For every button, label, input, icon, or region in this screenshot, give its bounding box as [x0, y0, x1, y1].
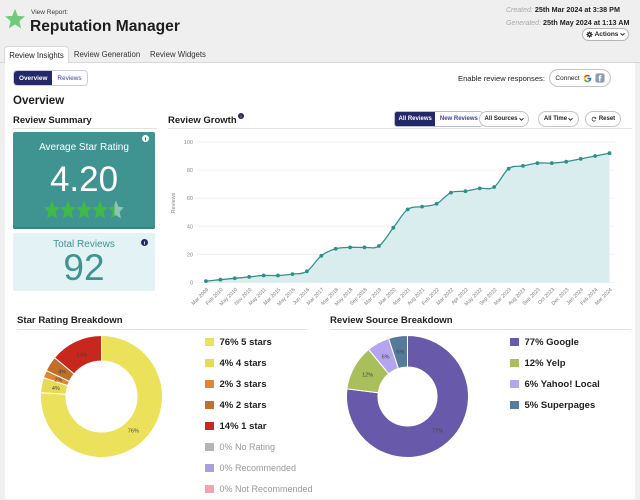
svg-text:76%: 76% — [128, 428, 139, 434]
svg-text:100: 100 — [184, 140, 193, 146]
svg-text:77%: 77% — [432, 428, 443, 434]
svg-text:40: 40 — [187, 224, 193, 230]
svg-text:4%: 4% — [58, 370, 66, 376]
svg-text:6%: 6% — [382, 354, 390, 360]
svg-text:0: 0 — [190, 281, 193, 287]
svg-text:4%: 4% — [52, 386, 60, 392]
svg-text:12%: 12% — [362, 372, 373, 378]
svg-text:2%: 2% — [54, 377, 62, 383]
svg-text:5%: 5% — [396, 349, 404, 355]
svg-text:Reviews: Reviews — [171, 192, 177, 213]
svg-text:80: 80 — [187, 168, 193, 174]
svg-text:20: 20 — [187, 252, 193, 258]
svg-text:14%: 14% — [76, 352, 87, 358]
svg-text:60: 60 — [187, 196, 193, 202]
